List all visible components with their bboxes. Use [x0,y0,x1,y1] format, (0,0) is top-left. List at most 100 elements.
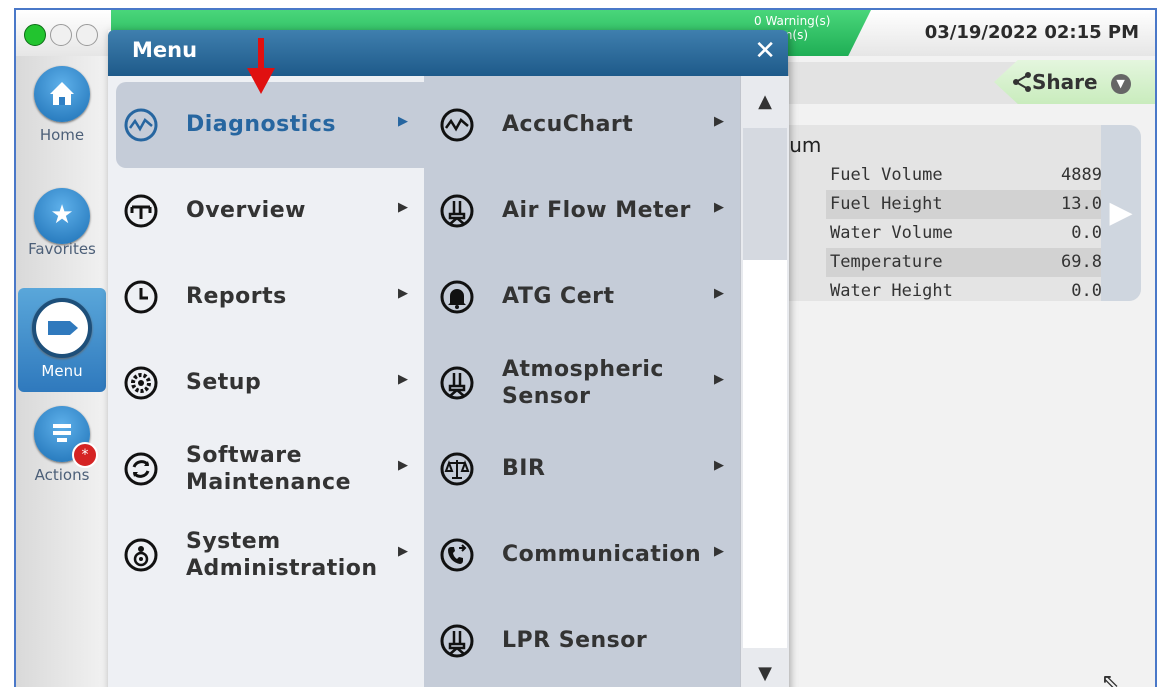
tank-row: Water Volume 0.0 [826,219,1106,248]
scroll-down-icon[interactable]: ▼ [741,648,789,687]
admin-icon [124,538,158,572]
submenu-item-bir[interactable]: BIR ▶ [424,426,740,512]
submenu-arrow-icon: ▶ [714,458,724,473]
share-icon [1008,60,1034,104]
nav-menu[interactable]: Menu [18,288,106,392]
submenu-arrow-icon: ▶ [398,372,408,387]
warning-light-icon [50,24,72,46]
scroll-thumb[interactable] [743,128,787,260]
menu-item-label: System Administration [186,529,378,581]
menu-item-reports[interactable]: Reports ▶ [108,254,424,340]
submenu-arrow-icon: ▶ [398,544,408,559]
menu-item-label: Diagnostics [186,112,336,137]
submenu-arrow-icon: ▶ [398,458,408,473]
submenu-item-label: Atmospheric Sensor [502,357,664,409]
share-button[interactable]: Share ▼ [994,60,1155,104]
submenu-arrow-icon: ▶ [398,286,408,301]
menu-item-label: Setup [186,370,262,395]
reading-label: Fuel Volume [830,165,943,185]
menu-item-system-administration[interactable]: System Administration ▶ [108,512,424,598]
submenu-item-label: Communication [502,542,702,567]
menu-icon [32,298,92,358]
tank-overview-icon [124,194,158,228]
power-light-icon [24,24,46,46]
tank-card[interactable]: nium Fuel Volume 4889 Fuel Height 13.0 Wat… [756,125,1141,301]
refresh-icon [124,452,158,486]
tank-row: Fuel Height 13.0 [826,190,1106,219]
submenu-item-atg-cert[interactable]: ATG Cert ▶ [424,254,740,340]
tank-row: Water Height 0.0 [826,277,1106,306]
submenu-item-accuchart[interactable]: AccuChart ▶ [424,82,740,168]
menu-main-list: Diagnostics ▶ Overview ▶ Reports ▶ Setup… [108,76,424,687]
reading-value: 0.0 [1071,223,1102,243]
status-lights [24,24,98,46]
submenu-arrow-icon: ▶ [714,200,724,215]
app-window: 0 Warning(s) rm(s) 03/19/2022 02:15 PM H… [14,8,1157,687]
reading-label: Water Volume [830,223,953,243]
reading-value: 0.0 [1071,281,1102,301]
star-icon: ★ [34,188,90,244]
share-label: Share [1032,70,1098,94]
scale-icon [440,452,474,486]
nav-actions-label: Actions [34,466,90,484]
submenu-arrow-icon: ▶ [398,114,408,129]
nav-home[interactable]: Home [16,56,108,156]
menu-item-label: Software Maintenance [186,443,352,495]
tank-readings: Fuel Volume 4889 Fuel Height 13.0 Water Vo… [826,161,1106,306]
menu-sub-list: AccuChart ▶ Air Flow Meter ▶ ATG Cert ▶ … [424,76,740,687]
submenu-item-label: LPR Sensor [502,628,648,653]
sensor-icon [440,366,474,400]
menu-item-software-maintenance[interactable]: Software Maintenance ▶ [108,426,424,512]
submenu-arrow-icon: ▶ [714,286,724,301]
mouse-pointer-icon: ⇖ [1101,670,1120,687]
nav-menu-label: Menu [41,362,83,380]
tank-row: Temperature 69.8 [826,248,1106,277]
reading-value: 69.8 [1061,252,1102,272]
chart-wave-icon [124,108,158,142]
submenu-item-label: AccuChart [502,112,634,137]
submenu-item-lpr-sensor[interactable]: LPR Sensor [424,598,740,684]
left-nav: Home ★ Favorites Menu * Actions [16,56,108,687]
actions-icon: * [34,406,98,468]
date-time: 03/19/2022 02:15 PM [924,22,1139,43]
submenu-item-atmospheric-sensor[interactable]: Atmospheric Sensor ▶ [424,340,740,426]
submenu-arrow-icon: ▶ [714,114,724,129]
submenu-item-communication[interactable]: Communication ▶ [424,512,740,598]
menu-header: Menu ✕ [108,30,788,76]
submenu-arrow-icon: ▶ [714,544,724,559]
menu-item-label: Reports [186,284,287,309]
submenu-arrow-icon: ▶ [398,200,408,215]
sensor-icon [440,194,474,228]
menu-item-overview[interactable]: Overview ▶ [108,168,424,254]
nav-home-label: Home [39,126,85,144]
submenu-item-air-flow-meter[interactable]: Air Flow Meter ▶ [424,168,740,254]
pointer-arrow-icon [247,38,275,94]
reading-label: Temperature [830,252,943,272]
chevron-down-icon: ▼ [1110,73,1131,94]
submenu-scrollbar[interactable]: ▲ ▼ [740,76,789,687]
close-icon[interactable]: ✕ [754,36,776,66]
reading-label: Fuel Height [830,194,943,214]
clock-icon [124,280,158,314]
menu-item-setup[interactable]: Setup ▶ [108,340,424,426]
gear-icon [124,366,158,400]
alarm-light-icon [76,24,98,46]
bell-icon [440,280,474,314]
reading-value: 13.0 [1061,194,1102,214]
reading-value: 4889 [1061,165,1102,185]
nav-actions[interactable]: * Actions [16,396,108,496]
nav-favorites[interactable]: ★ Favorites [16,178,108,278]
menu-title: Menu [132,38,198,62]
phone-icon [440,538,474,572]
menu-item-label: Overview [186,198,306,223]
actions-alert-badge: * [72,442,98,468]
submenu-item-label: BIR [502,456,546,481]
chart-wave-icon [440,108,474,142]
warning-count-text: 0 Warning(s) [754,14,831,28]
submenu-item-label: Air Flow Meter [502,198,691,223]
submenu-arrow-icon: ▶ [714,372,724,387]
menu-popup: Menu ✕ Diagnostics ▶ Overview ▶ Reports … [108,30,789,687]
tank-next-arrow-icon[interactable]: ▶ [1101,125,1141,301]
scroll-up-icon[interactable]: ▲ [741,76,789,128]
sensor-icon [440,624,474,658]
